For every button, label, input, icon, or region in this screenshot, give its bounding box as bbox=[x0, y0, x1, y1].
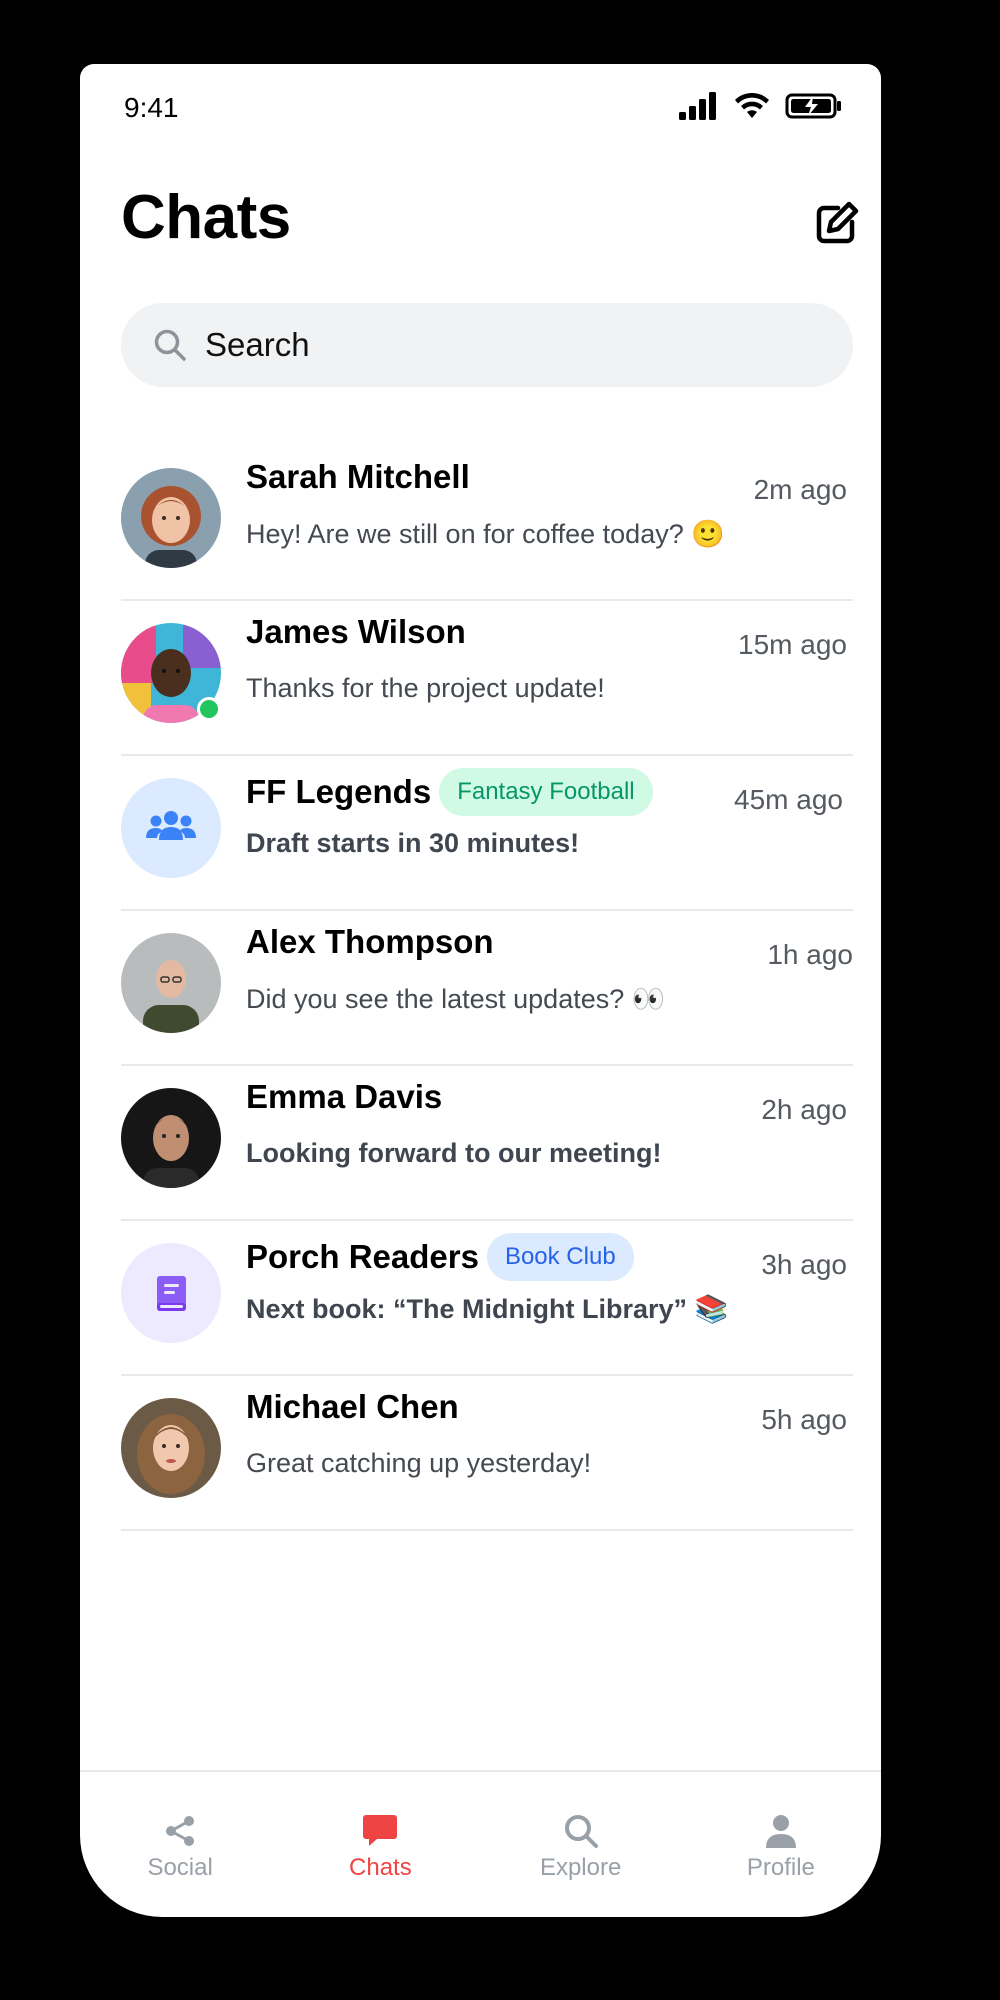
chat-time: 5h ago bbox=[761, 1404, 847, 1435]
chat-preview: Looking forward to our meeting! bbox=[246, 1138, 662, 1168]
compose-button[interactable] bbox=[814, 200, 860, 246]
chat-preview: Hey! Are we still on for coffee today? 🙂 bbox=[246, 519, 725, 549]
nav-item-explore[interactable]: Explore bbox=[481, 1772, 681, 1917]
signal-icon bbox=[679, 92, 716, 120]
chat-preview: Draft starts in 30 minutes! bbox=[246, 828, 580, 858]
book-icon bbox=[121, 1243, 221, 1343]
avatar bbox=[121, 623, 221, 723]
battery-charging-icon bbox=[785, 93, 841, 119]
chat-row[interactable]: FF Legends Fantasy Football 45m ago Draf… bbox=[121, 756, 853, 911]
chat-time: 2m ago bbox=[753, 474, 847, 505]
chat-row[interactable]: Michael Chen 5h ago Great catching up ye… bbox=[121, 1376, 853, 1531]
chat-name: Porch Readers bbox=[246, 1238, 479, 1275]
page-title: Chats bbox=[121, 183, 291, 252]
avatar bbox=[121, 1088, 221, 1188]
chat-time: 2h ago bbox=[761, 1094, 847, 1125]
chat-preview: Great catching up yesterday! bbox=[246, 1448, 592, 1478]
group-icon bbox=[121, 778, 221, 878]
status-icons bbox=[679, 92, 843, 120]
chat-name: Alex Thompson bbox=[246, 923, 494, 960]
chat-name: Sarah Mitchell bbox=[246, 458, 470, 495]
group-tag: Fantasy Football bbox=[439, 768, 653, 816]
group-tag: Book Club bbox=[486, 1233, 634, 1281]
phone-screen: 9:41 Chats Search Sarah Mitchell 2m ago … bbox=[80, 64, 881, 1917]
chat-list: Sarah Mitchell 2m ago Hey! Are we still … bbox=[121, 446, 853, 1531]
bottom-nav: Social Chats Explore Profile bbox=[80, 1770, 881, 1917]
nav-label: Explore bbox=[539, 1854, 622, 1881]
chat-row[interactable]: James Wilson 15m ago Thanks for the proj… bbox=[121, 601, 853, 756]
avatar bbox=[121, 778, 221, 878]
nav-item-chats[interactable]: Chats bbox=[280, 1772, 480, 1917]
wifi-icon bbox=[735, 92, 769, 118]
chat-row[interactable]: Alex Thompson 1h ago Did you see the lat… bbox=[121, 911, 853, 1066]
chat-name: James Wilson bbox=[246, 613, 466, 650]
share-icon bbox=[166, 1816, 195, 1846]
chat-name: Emma Davis bbox=[246, 1078, 443, 1115]
chat-time: 15m ago bbox=[738, 629, 847, 660]
nav-item-profile[interactable]: Profile bbox=[681, 1772, 881, 1917]
avatar bbox=[121, 468, 221, 568]
search-input[interactable] bbox=[203, 325, 807, 365]
chat-time: 1h ago bbox=[767, 939, 853, 970]
chat-bubble-icon bbox=[363, 1815, 398, 1846]
search-icon bbox=[154, 329, 186, 361]
search-icon bbox=[564, 1815, 598, 1848]
chat-time: 45m ago bbox=[734, 784, 843, 815]
avatar bbox=[121, 1398, 221, 1498]
person-icon bbox=[765, 1815, 796, 1848]
status-time: 9:41 bbox=[124, 92, 179, 123]
nav-item-social[interactable]: Social bbox=[80, 1772, 280, 1917]
chat-row[interactable]: Sarah Mitchell 2m ago Hey! Are we still … bbox=[121, 446, 853, 601]
chat-name: Michael Chen bbox=[246, 1388, 459, 1425]
avatar bbox=[121, 933, 221, 1033]
nav-label: Chats bbox=[349, 1854, 412, 1881]
chat-row[interactable]: Emma Davis 2h ago Looking forward to our… bbox=[121, 1066, 853, 1221]
chat-preview: Thanks for the project update! bbox=[246, 673, 605, 703]
chat-row[interactable]: Porch Readers Book Club 3h ago Next book… bbox=[121, 1221, 853, 1376]
search-bar[interactable] bbox=[121, 303, 853, 387]
avatar bbox=[121, 1243, 221, 1343]
compose-icon bbox=[816, 201, 859, 244]
nav-label: Profile bbox=[746, 1854, 815, 1881]
chat-name: FF Legends bbox=[246, 773, 432, 810]
online-indicator bbox=[197, 697, 221, 721]
nav-label: Social bbox=[147, 1854, 213, 1881]
chat-preview: Did you see the latest updates? 👀 bbox=[246, 984, 666, 1014]
chat-preview: Next book: “The Midnight Library” 📚 bbox=[246, 1294, 729, 1324]
chat-time: 3h ago bbox=[761, 1249, 847, 1280]
